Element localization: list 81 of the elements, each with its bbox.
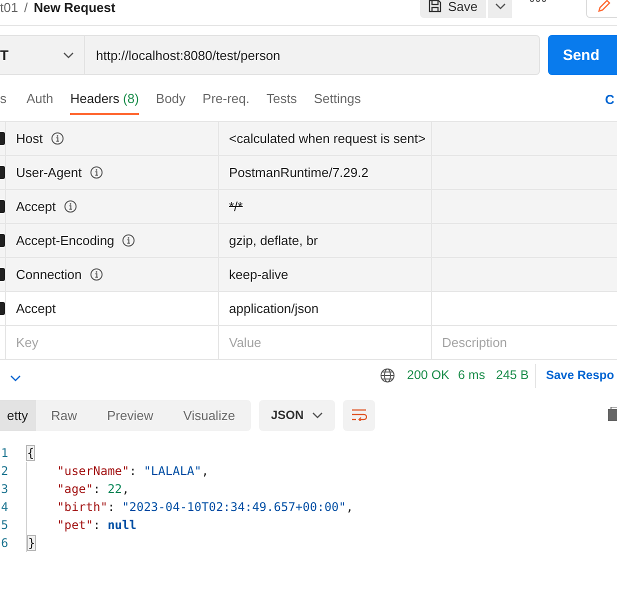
url-field[interactable]: http://localhost:8080/test/person: [85, 36, 539, 74]
request-tab[interactable]: Pre-req.: [202, 85, 250, 115]
code-token: "pet": [56, 518, 94, 532]
code-token: "userName": [56, 464, 130, 478]
pencil-icon: [597, 0, 611, 12]
code-token: :: [108, 500, 116, 514]
header-value: <calculated when request is sent>: [229, 131, 426, 146]
view-tab[interactable]: Preview: [92, 400, 168, 430]
request-tab[interactable]: Auth: [26, 85, 54, 115]
view-tab[interactable]: Visualize: [168, 400, 250, 430]
info-icon[interactable]: [50, 132, 64, 145]
header-value: */*: [229, 199, 243, 214]
line-number: 1: [0, 446, 10, 460]
header-key: Accept: [16, 301, 56, 316]
wrap-icon: [351, 409, 367, 421]
chevron-down-icon: [10, 375, 21, 382]
save-dropdown-button[interactable]: [488, 0, 512, 18]
checkbox[interactable]: [0, 166, 5, 179]
header-key: User-Agent: [16, 165, 82, 180]
code-token: {: [26, 445, 36, 461]
request-tab[interactable]: Settings: [314, 85, 361, 115]
checkbox[interactable]: [0, 234, 5, 247]
save-response-link[interactable]: Save Respo: [546, 368, 614, 382]
globe-icon[interactable]: [380, 368, 395, 383]
breadcrumb-separator: /: [24, 0, 28, 14]
code-token: 22: [108, 482, 122, 496]
method-dropdown[interactable]: T: [0, 36, 85, 74]
send-button[interactable]: Send: [548, 35, 617, 75]
code-token: null: [108, 518, 136, 532]
info-icon[interactable]: [64, 200, 77, 213]
view-tab[interactable]: Raw: [36, 400, 92, 430]
code-token: ,: [202, 464, 209, 478]
checkbox[interactable]: [0, 132, 5, 145]
request-tab[interactable]: Tests: [266, 85, 297, 115]
code-token: :: [93, 518, 102, 532]
code-token: ,: [122, 482, 130, 496]
view-tab[interactable]: etty: [0, 400, 36, 430]
chevron-down-icon: [63, 52, 74, 58]
response-time: 6 ms: [458, 368, 486, 382]
line-number: 2: [0, 464, 10, 478]
line-number: 4: [0, 500, 10, 514]
info-icon[interactable]: [90, 166, 103, 179]
header-key: Connection: [16, 267, 82, 282]
save-button[interactable]: Save: [420, 0, 486, 18]
line-number: 5: [0, 518, 10, 532]
request-tab[interactable]: Headers (8): [70, 85, 139, 115]
checkbox[interactable]: [0, 200, 5, 213]
format-dropdown[interactable]: JSON: [259, 400, 335, 430]
header-value: PostmanRuntime/7.29.2: [229, 165, 368, 180]
code-token: :: [93, 482, 102, 496]
cookies-link[interactable]: C: [605, 92, 614, 107]
code-token: ,: [346, 500, 354, 514]
checkbox[interactable]: [0, 268, 5, 281]
save-icon: [428, 0, 442, 13]
code-token: "LALALA": [144, 464, 202, 478]
header-value: application/json: [229, 301, 319, 316]
status-code: 200 OK: [407, 368, 450, 382]
breadcrumb-link[interactable]: t01: [0, 0, 18, 14]
code-token: "birth": [56, 500, 108, 514]
info-icon[interactable]: [90, 268, 103, 281]
code-token: :: [129, 464, 138, 478]
line-number: 6: [0, 536, 10, 550]
header-key: Accept: [16, 199, 56, 214]
header-key: Accept-Encoding: [16, 233, 114, 248]
checkbox[interactable]: [0, 302, 5, 315]
info-icon[interactable]: [122, 234, 136, 247]
request-title: New Request: [34, 0, 116, 14]
code-token: "age": [56, 482, 94, 496]
code-token: "2023-04-10T02:34:49.657+00:00": [122, 500, 346, 514]
chevron-down-icon: [312, 412, 323, 418]
copy-icon[interactable]: [608, 407, 617, 421]
header-value: keep-alive: [229, 267, 288, 282]
response-size: 245 B: [496, 368, 529, 382]
wrap-button[interactable]: [343, 400, 375, 430]
line-number: 3: [0, 482, 10, 496]
request-tab[interactable]: Body: [156, 85, 186, 115]
chevron-down-icon: [494, 2, 506, 10]
code-token: }: [27, 535, 36, 551]
header-value: gzip, deflate, br: [229, 233, 318, 248]
request-tab[interactable]: s: [0, 85, 6, 115]
header-key: Host: [16, 131, 43, 146]
